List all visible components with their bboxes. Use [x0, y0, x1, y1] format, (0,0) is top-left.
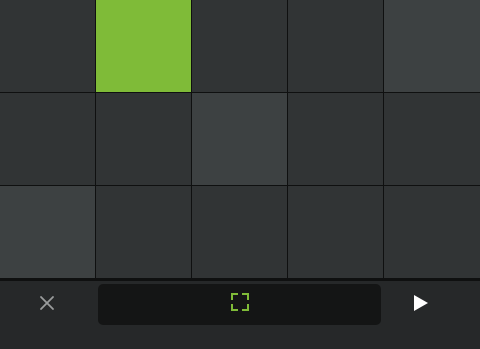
pad-r1-c2[interactable]	[96, 0, 191, 92]
expand-button[interactable]	[225, 290, 255, 320]
pad-r2-c1[interactable]	[0, 93, 95, 185]
pad-r3-c1[interactable]	[0, 186, 95, 278]
pad-r2-c5[interactable]	[384, 93, 480, 185]
pad-r2-c3[interactable]	[192, 93, 287, 185]
pad-r1-c3[interactable]	[192, 0, 287, 92]
bottom-toolbar	[0, 281, 480, 349]
pad-grid	[0, 0, 480, 281]
pad-r3-c3[interactable]	[192, 186, 287, 278]
play-icon	[413, 294, 429, 317]
close-button[interactable]	[28, 290, 66, 320]
expand-corners-icon	[230, 293, 249, 316]
pad-r1-c4[interactable]	[288, 0, 383, 92]
pad-r3-c4[interactable]	[288, 186, 383, 278]
close-icon	[39, 295, 55, 316]
pad-r1-c5[interactable]	[384, 0, 480, 92]
pad-r2-c2[interactable]	[96, 93, 191, 185]
pad-r2-c4[interactable]	[288, 93, 383, 185]
pad-r1-c1[interactable]	[0, 0, 95, 92]
center-panel	[98, 284, 381, 325]
pad-r3-c2[interactable]	[96, 186, 191, 278]
pad-r3-c5[interactable]	[384, 186, 480, 278]
play-button[interactable]	[404, 290, 438, 320]
pad-sequencer-app	[0, 0, 480, 349]
